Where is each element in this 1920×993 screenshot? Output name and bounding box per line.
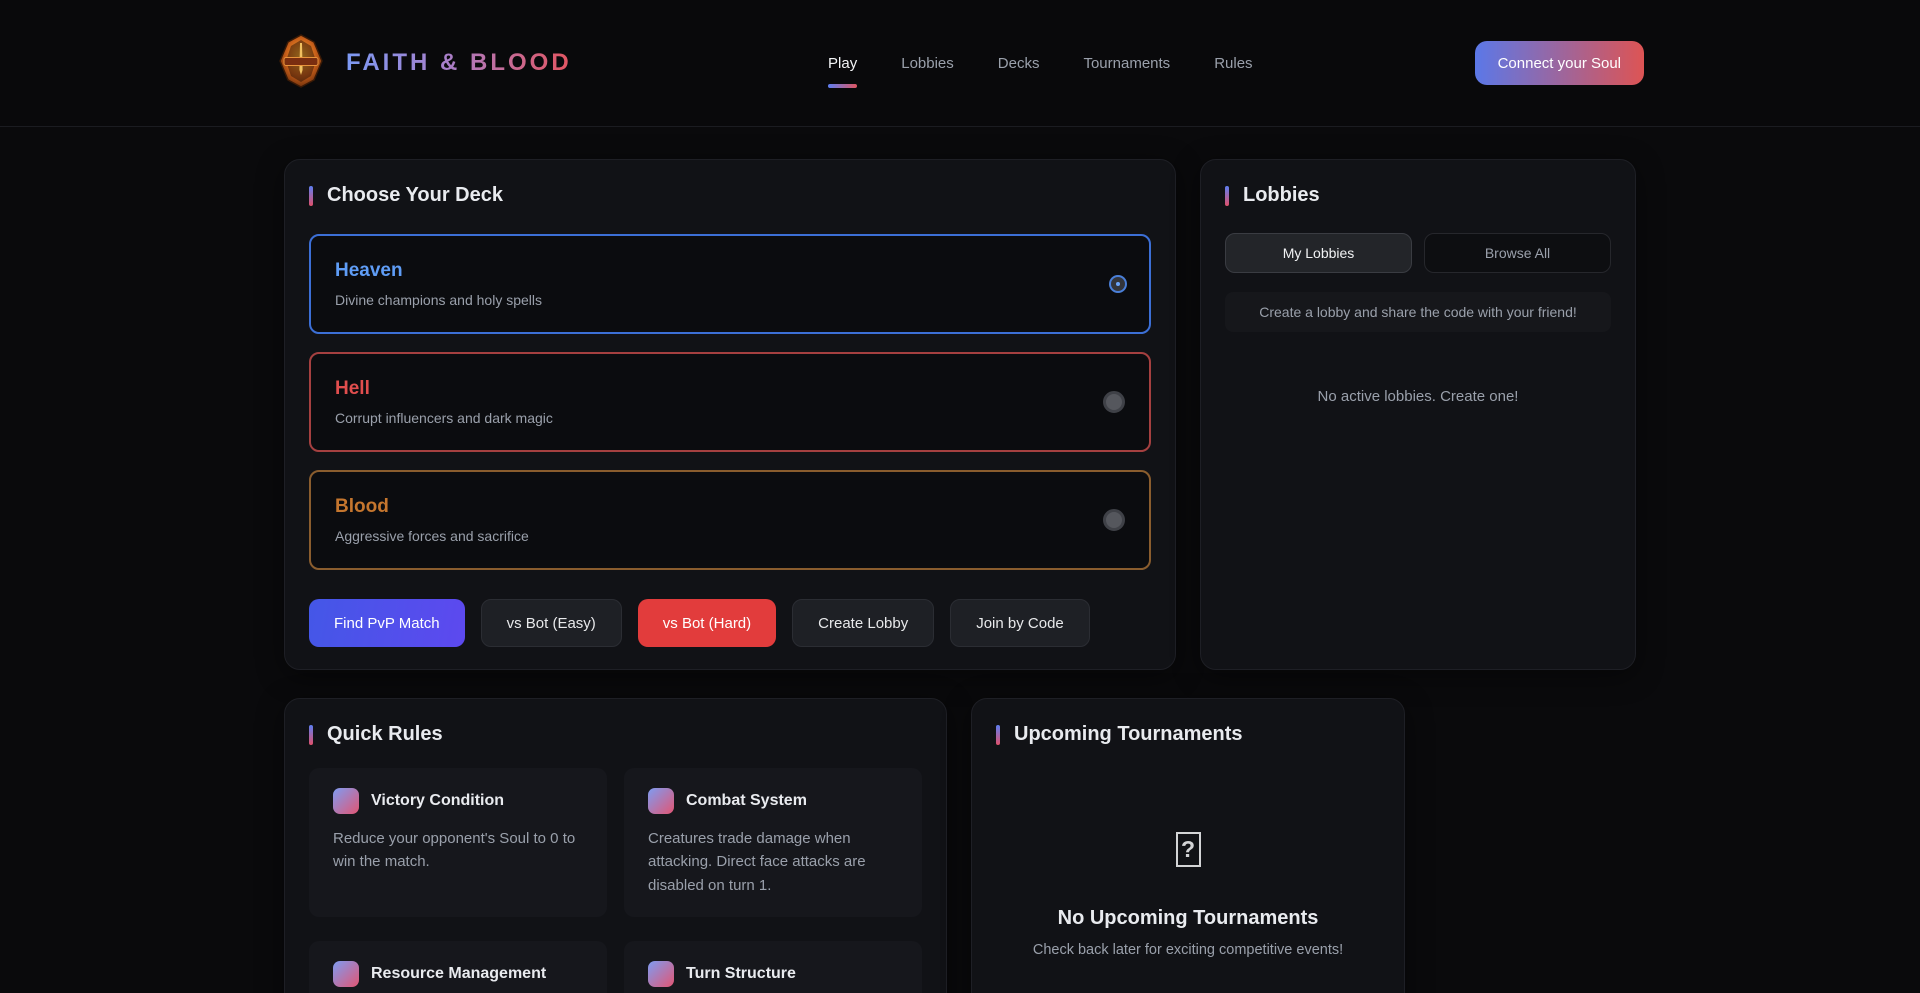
deck-list: Heaven Divine champions and holy spells … (309, 234, 1151, 570)
lobbies-tabs: My Lobbies Browse All (1225, 233, 1611, 273)
lobby-notice: Create a lobby and share the code with y… (1225, 292, 1611, 332)
lobbies-panel: Lobbies My Lobbies Browse All Create a l… (1200, 159, 1636, 670)
rule-head: Resource Management (333, 961, 583, 987)
vs-bot-hard-button[interactable]: vs Bot (Hard) (638, 599, 776, 647)
tab-browse-all[interactable]: Browse All (1424, 233, 1611, 273)
rule-title: Victory Condition (371, 792, 504, 810)
deck-heaven-radio-selected[interactable] (1111, 277, 1125, 291)
vs-bot-easy-button[interactable]: vs Bot (Easy) (481, 599, 622, 647)
accent-bar-icon (309, 725, 313, 745)
tab-my-lobbies[interactable]: My Lobbies (1225, 233, 1412, 273)
deck-blood-name: Blood (335, 496, 529, 518)
rule-title: Turn Structure (686, 965, 796, 983)
accent-bar-icon (996, 725, 1000, 745)
rule-title: Resource Management (371, 965, 546, 983)
accent-bar-icon (1225, 186, 1229, 206)
gradient-square-icon (333, 961, 359, 987)
tournaments-empty-state: ? No Upcoming Tournaments Check back lat… (996, 746, 1380, 958)
rule-card-turn-structure: Turn Structure Play cards, then enter at… (624, 941, 922, 993)
app-title: FAITH & BLOOD (346, 49, 572, 77)
deck-blood-description: Aggressive forces and sacrifice (335, 528, 529, 544)
missing-glyph-question-box-icon: ? (1176, 832, 1201, 867)
deck-hell-description: Corrupt influencers and dark magic (335, 410, 553, 426)
tournaments-title-row: Upcoming Tournaments (996, 723, 1380, 746)
nav-item-lobbies[interactable]: Lobbies (901, 55, 954, 72)
find-pvp-match-button[interactable]: Find PvP Match (309, 599, 465, 647)
active-nav-underline (828, 84, 857, 88)
tournaments-empty-message: Check back later for exciting competitiv… (996, 942, 1380, 958)
rule-title: Combat System (686, 792, 807, 810)
nav-item-play-label: Play (828, 55, 857, 72)
quick-rules-title-row: Quick Rules (309, 723, 922, 746)
logo: FAITH & BLOOD (276, 34, 606, 93)
faith-and-blood-crest-icon (276, 34, 326, 93)
rule-description: Reduce your opponent's Soul to 0 to win … (333, 827, 583, 874)
rule-card-resource-management: Resource Management Gain 1 mana per turn… (309, 941, 607, 993)
choose-deck-title: Choose Your Deck (327, 184, 503, 207)
deck-option-hell[interactable]: Hell Corrupt influencers and dark magic (309, 352, 1151, 452)
deck-option-blood[interactable]: Blood Aggressive forces and sacrifice (309, 470, 1151, 570)
deck-hell-name: Hell (335, 378, 553, 400)
rule-card-combat-system: Combat System Creatures trade damage whe… (624, 768, 922, 917)
deck-heaven-text: Heaven Divine champions and holy spells (335, 260, 542, 308)
choose-deck-title-row: Choose Your Deck (309, 184, 1151, 207)
deck-hell-text: Hell Corrupt influencers and dark magic (335, 378, 553, 426)
nav-item-play[interactable]: Play (828, 55, 857, 72)
connect-your-soul-button[interactable]: Connect your Soul (1475, 41, 1644, 85)
bottom-row: Quick Rules Victory Condition Reduce you… (284, 698, 1636, 993)
choose-deck-panel: Choose Your Deck Heaven Divine champions… (284, 159, 1176, 670)
rule-head: Turn Structure (648, 961, 898, 987)
tournaments-title: Upcoming Tournaments (1014, 723, 1243, 746)
tournaments-empty-title: No Upcoming Tournaments (996, 907, 1380, 930)
accent-bar-icon (309, 186, 313, 206)
tournaments-panel: Upcoming Tournaments ? No Upcoming Tourn… (971, 698, 1405, 993)
nav-item-rules[interactable]: Rules (1214, 55, 1252, 72)
nav-item-tournaments[interactable]: Tournaments (1083, 55, 1170, 72)
main-nav: Play Lobbies Decks Tournaments Rules (606, 55, 1475, 72)
gradient-square-icon (648, 788, 674, 814)
deck-option-heaven[interactable]: Heaven Divine champions and holy spells (309, 234, 1151, 334)
quick-rules-title: Quick Rules (327, 723, 443, 746)
create-lobby-button[interactable]: Create Lobby (792, 599, 934, 647)
header: FAITH & BLOOD Play Lobbies Decks Tournam… (0, 0, 1920, 127)
quick-rules-panel: Quick Rules Victory Condition Reduce you… (284, 698, 947, 993)
header-inner: FAITH & BLOOD Play Lobbies Decks Tournam… (276, 34, 1644, 93)
deck-blood-radio[interactable] (1103, 509, 1125, 531)
gradient-square-icon (648, 961, 674, 987)
lobbies-title: Lobbies (1243, 184, 1320, 207)
rules-grid: Victory Condition Reduce your opponent's… (309, 768, 922, 993)
lobbies-empty-message: No active lobbies. Create one! (1225, 388, 1611, 405)
rule-description: Creatures trade damage when attacking. D… (648, 827, 898, 897)
gradient-square-icon (333, 788, 359, 814)
deck-heaven-description: Divine champions and holy spells (335, 292, 542, 308)
join-by-code-button[interactable]: Join by Code (950, 599, 1090, 647)
lobbies-title-row: Lobbies (1225, 184, 1611, 207)
rule-head: Combat System (648, 788, 898, 814)
deck-blood-text: Blood Aggressive forces and sacrifice (335, 496, 529, 544)
top-row: Choose Your Deck Heaven Divine champions… (284, 159, 1636, 670)
deck-hell-radio[interactable] (1103, 391, 1125, 413)
main-content: Choose Your Deck Heaven Divine champions… (284, 159, 1636, 993)
match-actions: Find PvP Match vs Bot (Easy) vs Bot (Har… (309, 599, 1151, 647)
rule-card-victory-condition: Victory Condition Reduce your opponent's… (309, 768, 607, 917)
rule-head: Victory Condition (333, 788, 583, 814)
nav-item-decks[interactable]: Decks (998, 55, 1040, 72)
deck-heaven-name: Heaven (335, 260, 542, 282)
